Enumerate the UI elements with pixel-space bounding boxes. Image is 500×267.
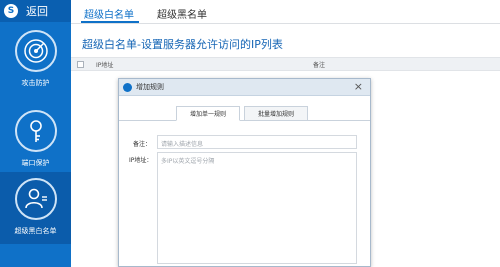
ip-address-textarea[interactable]: 多IP以英文逗号分隔 (157, 152, 357, 264)
tab-super-blacklist[interactable]: 超级黑名单 (157, 6, 207, 21)
app-logo-icon: S (4, 4, 18, 18)
sidebar-item-attack-protection[interactable]: 攻击防护 (0, 24, 71, 96)
sidebar-item-label: 攻击防护 (21, 79, 50, 87)
user-list-icon (14, 178, 57, 220)
back-label: 返回 (26, 5, 48, 18)
tab-bar: 超级白名单 超级黑名单 (71, 0, 500, 24)
dialog-title-bar[interactable]: 增加规则 × (119, 79, 370, 96)
active-tab-indicator (81, 21, 139, 23)
add-rule-dialog: 增加规则 × 增加单一规则 批量增加规则 备注： 请输入描述信息 IP地址： 多… (118, 78, 371, 267)
sidebar-item-label: 端口保护 (21, 159, 50, 167)
key-icon (14, 110, 57, 152)
sidebar-item-black-white-list[interactable]: 超级黑白名单 (0, 172, 71, 244)
tab-add-single-rule[interactable]: 增加单一规则 (176, 106, 240, 121)
ip-address-label: IP地址： (129, 157, 153, 164)
dialog-tabs: 增加单一规则 批量增加规则 (176, 106, 308, 121)
tab-super-whitelist[interactable]: 超级白名单 (84, 6, 134, 21)
column-header-note: 备注 (313, 62, 326, 69)
sidebar-item-port-protection[interactable]: 端口保护 (0, 104, 71, 176)
note-label: 备注： (133, 141, 152, 148)
column-header-ip: IP地址 (96, 62, 114, 69)
sidebar: S 返回 攻击防护 端口保护 超级黑白名单 (0, 0, 71, 267)
back-button[interactable]: S 返回 (0, 0, 71, 22)
note-input[interactable]: 请输入描述信息 (157, 135, 357, 149)
sidebar-item-label: 超级黑白名单 (14, 227, 57, 235)
table-header: IP地址 备注 (71, 57, 500, 71)
app-logo-icon (123, 83, 132, 92)
close-icon[interactable]: × (354, 80, 363, 94)
tab-batch-add-rules[interactable]: 批量增加规则 (244, 106, 308, 121)
app-logo-glyph: S (7, 5, 15, 16)
dialog-title: 增加规则 (136, 83, 164, 91)
radar-icon (14, 30, 57, 72)
page-title: 超级白名单-设置服务器允许访问的IP列表 (82, 38, 283, 51)
select-all-checkbox[interactable] (77, 61, 84, 68)
